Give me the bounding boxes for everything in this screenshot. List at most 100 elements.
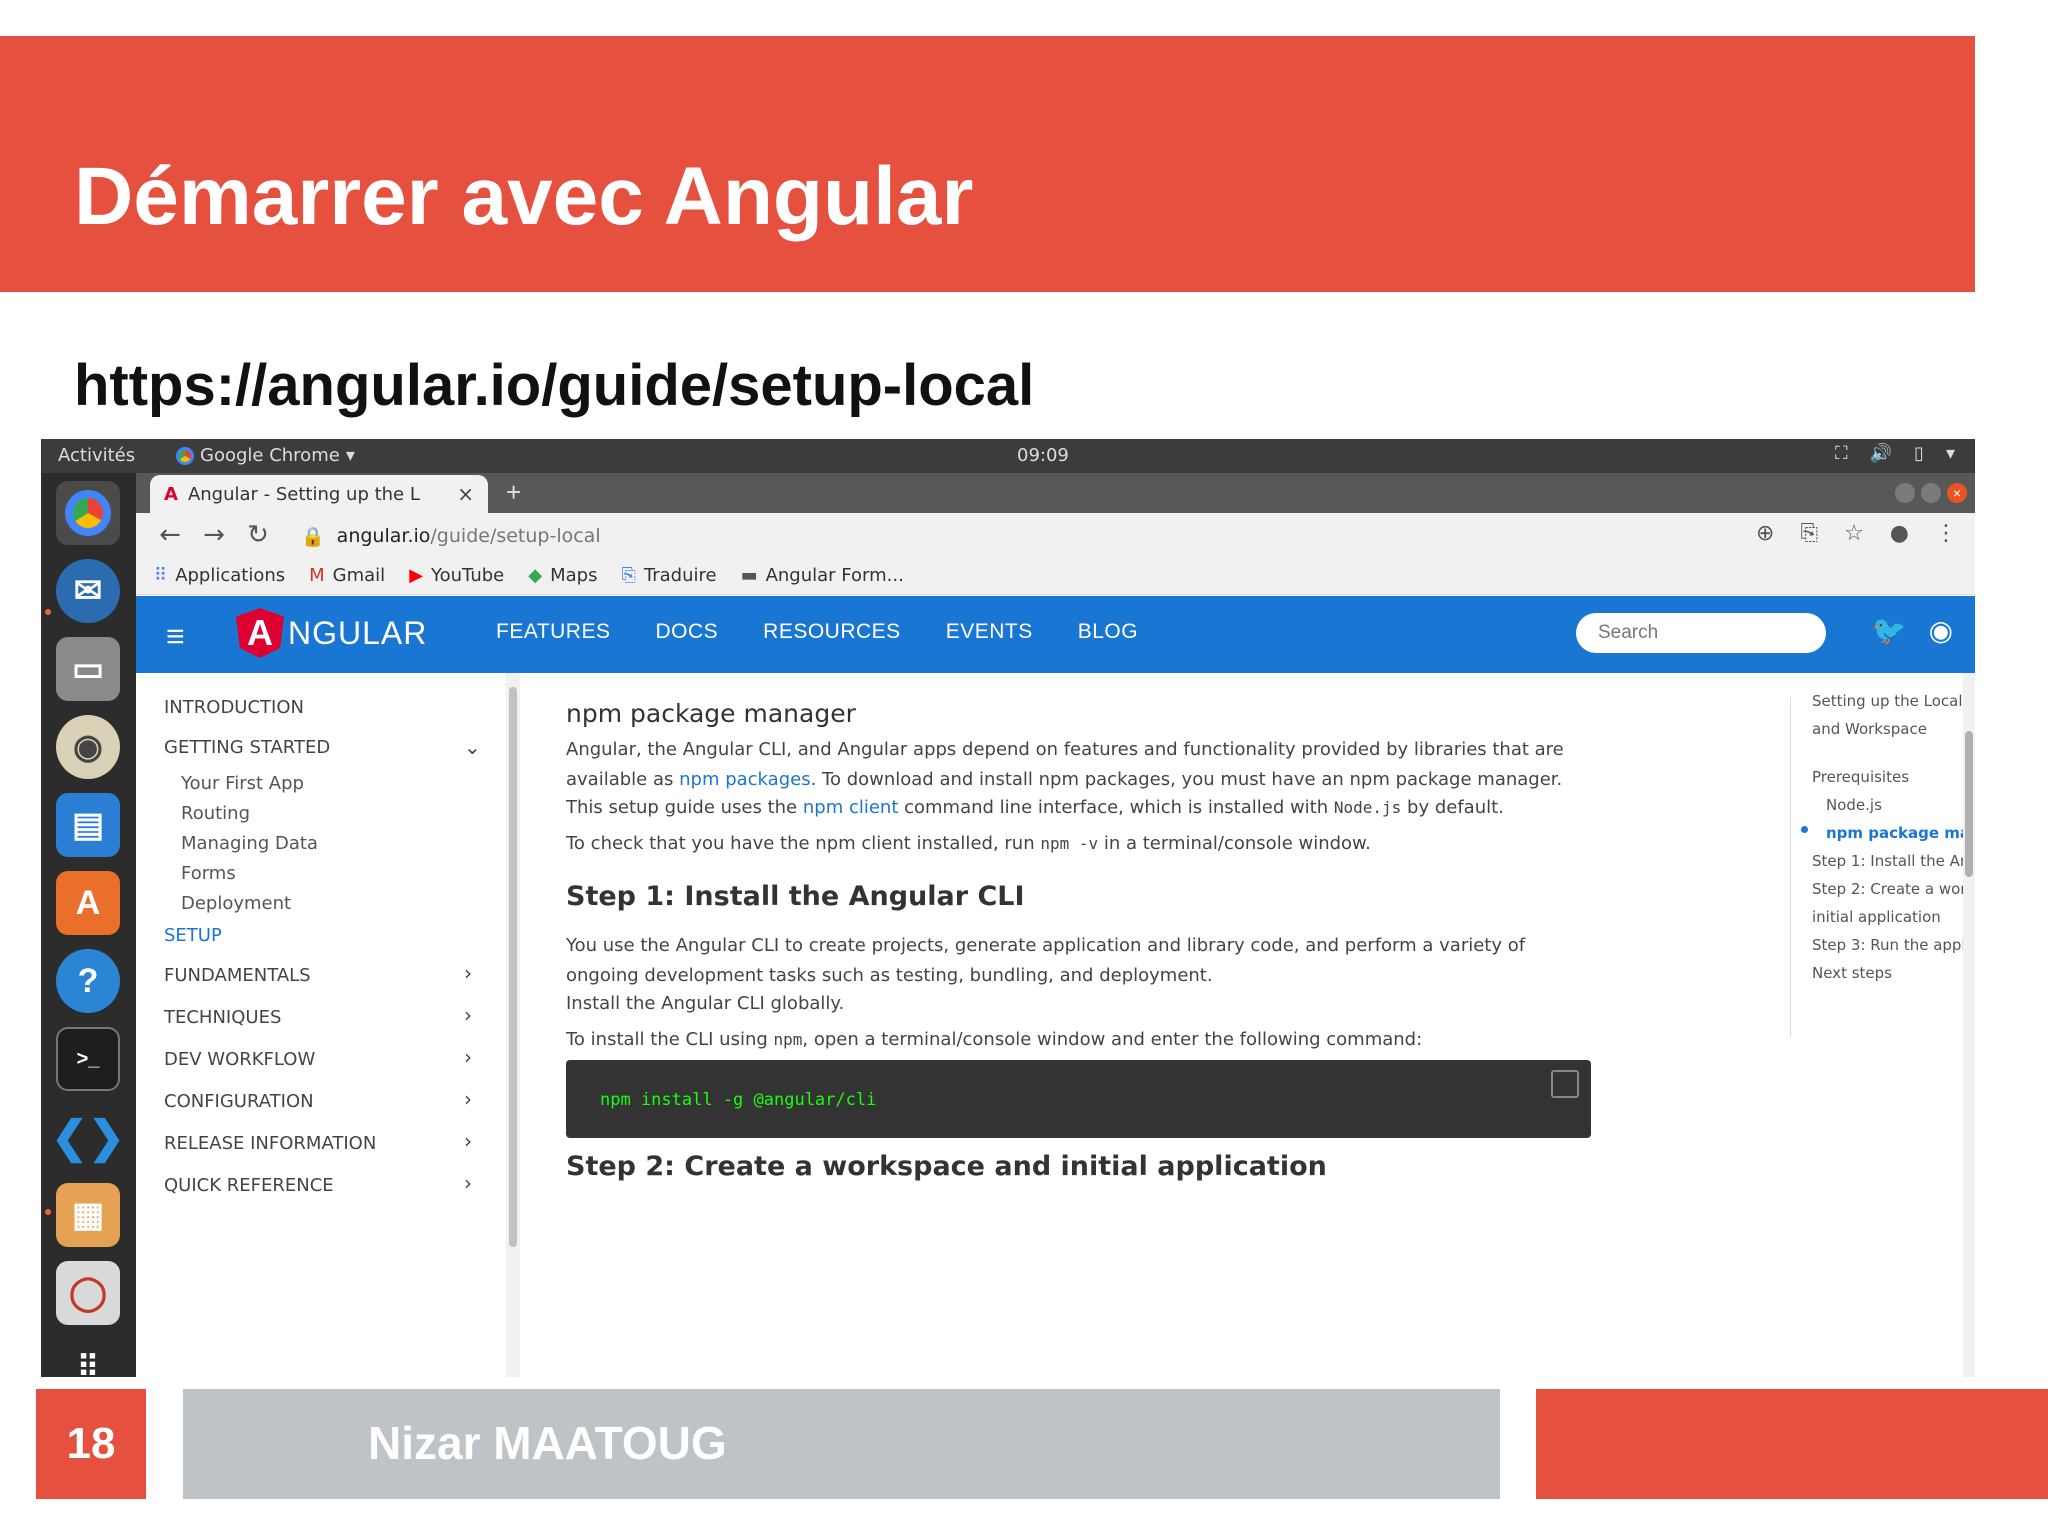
chevron-down-icon[interactable]: ⌄ [464, 735, 481, 759]
app-menu[interactable]: Google Chrome ▾ [176, 445, 355, 466]
sidenav-setup[interactable]: SETUP [164, 925, 222, 946]
scrollbar-thumb[interactable] [509, 687, 517, 1247]
address-bar[interactable]: 🔒 angular.io/guide/setup-local [301, 521, 601, 551]
activities-button[interactable]: Activités [58, 445, 135, 466]
install-icon[interactable]: ⊕ [1756, 521, 1774, 546]
sidenav-item-managing-data[interactable]: Managing Data [181, 833, 318, 854]
thunderbird-icon[interactable]: ✉ [56, 559, 120, 623]
twitter-icon[interactable]: 🐦 [1872, 614, 1907, 647]
sidenav-item-forms[interactable]: Forms [181, 863, 236, 884]
rhythmbox-icon[interactable]: ◉ [56, 715, 120, 779]
toc-nodejs[interactable]: Node.js [1826, 791, 1975, 820]
tab-angular-setup[interactable]: A Angular - Setting up the L × [150, 475, 488, 513]
bookmark-label: Angular Form... [765, 565, 904, 586]
sidenav-getting-started[interactable]: GETTING STARTED [164, 737, 330, 758]
nav-docs[interactable]: DOCS [655, 620, 718, 644]
paragraph-npm-intro: Angular, the Angular CLI, and Angular ap… [566, 735, 1586, 795]
terminal-icon[interactable]: >_ [56, 1027, 120, 1091]
clock[interactable]: 09:09 [1017, 445, 1069, 466]
bookmark-youtube[interactable]: ▶ YouTube [409, 565, 504, 586]
system-tray[interactable]: ⛶ 🔊 ▯ ▾ [1835, 443, 1955, 464]
bookmark-label: Gmail [332, 565, 386, 586]
profile-icon[interactable]: ● [1890, 521, 1909, 546]
bookmark-label: Applications [175, 565, 286, 586]
bookmark-star-icon[interactable]: ☆ [1844, 521, 1864, 546]
sidenav-techniques[interactable]: TECHNIQUES [164, 1007, 281, 1028]
browser-toolbar: ← → ↻ 🔒 angular.io/guide/setup-local ⊕ ⎘… [136, 513, 1975, 557]
chevron-down-icon: ▾ [1945, 443, 1955, 464]
code-command[interactable]: npm install -g @angular/cli [600, 1090, 876, 1110]
vscode-icon[interactable]: ❮❯ [51, 1105, 125, 1169]
copy-icon[interactable] [1551, 1070, 1579, 1098]
chevron-right-icon[interactable]: › [464, 1129, 472, 1153]
nav-blog[interactable]: BLOG [1078, 620, 1138, 644]
github-icon[interactable]: ◉ [1929, 614, 1953, 647]
nav-features[interactable]: FEATURES [496, 620, 610, 644]
inline-code: npm [773, 1030, 803, 1049]
text: command line interface, which is install… [898, 797, 1334, 818]
toc-step-1[interactable]: Step 1: Install the Angular CLI [1812, 847, 1975, 876]
angular-shield-icon: A [236, 608, 284, 658]
new-tab-button[interactable]: + [506, 477, 521, 508]
sidenav-item-your-first-app[interactable]: Your First App [181, 773, 304, 794]
sidenav-quick-reference[interactable]: QUICK REFERENCE [164, 1175, 334, 1196]
scrollbar-thumb[interactable] [1965, 731, 1973, 877]
page-scrollbar[interactable] [1963, 673, 1975, 1377]
link-npm-packages[interactable]: npm packages [679, 769, 810, 790]
search-input[interactable]: Search [1576, 613, 1826, 653]
sidenav-dev-workflow[interactable]: DEV WORKFLOW [164, 1049, 315, 1070]
bookmark-maps[interactable]: ◆ Maps [528, 565, 597, 586]
toc-title-line2[interactable]: and Workspace [1812, 715, 1975, 744]
sidenav-fundamentals[interactable]: FUNDAMENTALS [164, 965, 311, 986]
forward-button[interactable]: → [192, 520, 236, 550]
writer-icon[interactable]: ▤ [56, 793, 120, 857]
sidenav-configuration[interactable]: CONFIGURATION [164, 1091, 314, 1112]
back-button[interactable]: ← [148, 520, 192, 550]
impress-icon[interactable]: ▦ [56, 1183, 120, 1247]
sidenav-item-deployment[interactable]: Deployment [181, 893, 291, 914]
toc-npm-package-manager[interactable]: npm package manager [1826, 819, 1975, 848]
heading-npm-package-manager: npm package manager [566, 699, 856, 728]
help-icon[interactable]: ? [56, 949, 120, 1013]
link-npm-client[interactable]: npm client [803, 797, 899, 818]
bookmark-traduire[interactable]: ⎘ Traduire [621, 565, 716, 586]
nav-resources[interactable]: RESOURCES [763, 620, 901, 644]
author-name: Nizar MAATOUG [368, 1417, 727, 1469]
sidenav-scrollbar[interactable] [506, 673, 520, 1377]
files-icon[interactable]: ▭ [56, 637, 120, 701]
sidenav-item-routing[interactable]: Routing [181, 803, 250, 824]
chevron-right-icon[interactable]: › [464, 1171, 472, 1195]
window-close-button[interactable]: × [1947, 483, 1967, 503]
screenshot-app-icon[interactable]: ◯ [56, 1261, 120, 1325]
menu-kebab-icon[interactable]: ⋮ [1935, 521, 1957, 546]
close-icon[interactable]: × [457, 482, 474, 506]
toc-next-steps[interactable]: Next steps [1812, 959, 1975, 988]
chrome-dock-icon[interactable] [56, 481, 120, 545]
show-apps-icon[interactable]: ⠿ [56, 1335, 120, 1378]
chevron-right-icon[interactable]: › [464, 961, 472, 985]
toc-step-2-line2[interactable]: initial application [1812, 903, 1975, 932]
toc-prerequisites[interactable]: Prerequisites [1812, 763, 1975, 792]
bookmark-gmail[interactable]: M Gmail [309, 565, 385, 586]
sidenav-release-information[interactable]: RELEASE INFORMATION [164, 1133, 376, 1154]
side-navigation: INTRODUCTION GETTING STARTED ⌄ Your Firs… [136, 673, 518, 1377]
translate-icon[interactable]: ⎘ [1800, 521, 1818, 546]
toc-step-2-line1[interactable]: Step 2: Create a workspace and [1812, 875, 1975, 904]
sidenav-introduction[interactable]: INTRODUCTION [164, 697, 304, 718]
chevron-right-icon[interactable]: › [464, 1003, 472, 1027]
hamburger-menu-icon[interactable]: ≡ [166, 618, 185, 655]
battery-icon: ▯ [1914, 443, 1924, 464]
bookmark-angular-form[interactable]: ▬ Angular Form... [741, 565, 904, 586]
reload-button[interactable]: ↻ [236, 520, 280, 550]
toc-step-3[interactable]: Step 3: Run the application [1812, 931, 1975, 960]
software-center-icon[interactable]: A [56, 871, 120, 935]
bookmark-applications[interactable]: ⠿ Applications [154, 565, 285, 586]
chevron-right-icon[interactable]: › [464, 1087, 472, 1111]
nav-events[interactable]: EVENTS [946, 620, 1033, 644]
maximize-button[interactable] [1921, 483, 1941, 503]
minimize-button[interactable] [1895, 483, 1915, 503]
toc-title-line1[interactable]: Setting up the Local Environment [1812, 687, 1975, 716]
angular-logo[interactable]: A NGULAR [236, 608, 427, 658]
chevron-right-icon[interactable]: › [464, 1045, 472, 1069]
youtube-icon: ▶ [409, 565, 424, 586]
